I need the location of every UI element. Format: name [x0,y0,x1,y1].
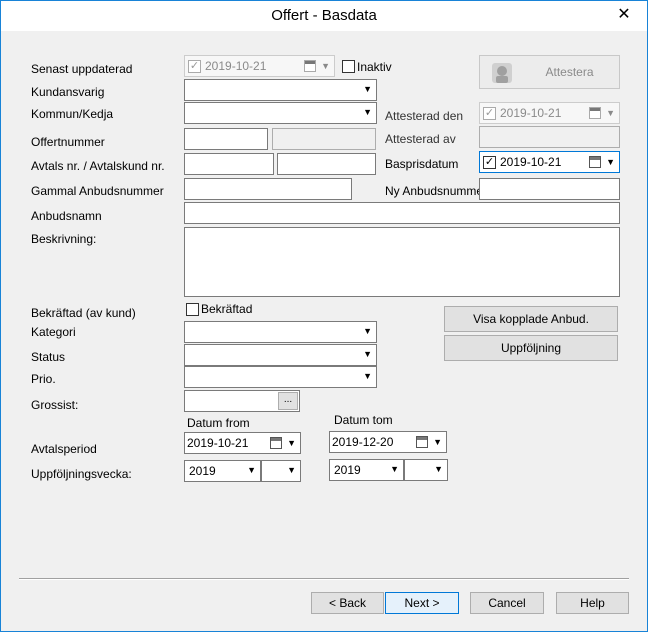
next-button[interactable]: Next > [385,592,459,614]
baspris-datum-label: Baspris­datum [385,157,459,171]
avtalsperiod-tom-value: 2019-12-20 [332,435,394,449]
status-select[interactable]: ▼ [184,344,377,366]
baspris-datum-datepicker[interactable]: ✓ 2019-10-21 ▼ [479,151,620,173]
kommun-kedja-label: Kommun/Kedja [31,107,114,121]
chevron-down-icon: ▼ [247,465,256,475]
inaktiv-checkbox[interactable] [342,60,355,73]
gammal-anbudsnummer-label: Gammal Anbudsnummer [31,184,164,198]
title-bar: Offert - Basdata ✕ [1,1,647,31]
kategori-label: Kategori [31,325,76,339]
datum-from-label: Datum from [187,416,250,430]
chevron-down-icon: ▼ [434,464,443,474]
kommun-kedja-select[interactable]: ▼ [184,102,377,124]
grossist-label: Grossist: [31,398,79,412]
calendar-icon[interactable] [589,156,601,168]
uppf-year-tom-select[interactable]: 2019 ▼ [329,459,404,481]
attesterad-den-checkbox: ✓ [483,107,496,120]
chevron-down-icon: ▼ [287,465,296,475]
chevron-down-icon[interactable]: ▼ [606,157,615,167]
prio-select[interactable]: ▼ [184,366,377,388]
chevron-down-icon: ▼ [363,326,372,336]
prio-label: Prio. [31,372,56,386]
offertnummer-readonly-field [272,128,376,150]
kundansvarig-label: Kundansvarig [31,85,105,99]
inaktiv-label: Inaktiv [357,60,392,74]
kategori-select[interactable]: ▼ [184,321,377,343]
uppf-year-tom-value: 2019 [334,463,361,477]
attesterad-av-field [479,126,620,148]
ny-anbudsnummer-label: Ny Anbudsnummer [385,184,488,198]
uppfoljningsvecka-label: Uppföljningsvecka: [31,467,132,481]
avtals-nr-input[interactable] [184,153,274,175]
beskrivning-label: Beskrivning: [31,232,97,246]
avtalsperiod-label: Avtalsperiod [31,442,97,456]
calendar-icon [304,60,316,72]
bekraftad-av-kund-label: Bekräftad (av kund) [31,306,136,320]
attesterad-den-datepicker: ✓ 2019-10-21 ▼ [479,102,620,124]
senast-uppdaterad-label: Senast uppdaterad [31,62,133,76]
uppf-year-from-select[interactable]: 2019 ▼ [184,460,261,482]
footer-separator [19,578,629,580]
offertnummer-input[interactable] [184,128,268,150]
gammal-anbudsnummer-input[interactable] [184,178,352,200]
back-button[interactable]: < Back [311,592,384,614]
kundansvarig-select[interactable]: ▼ [184,79,377,101]
avtalskund-nr-input[interactable] [277,153,376,175]
avtals-nr-label: Avtals nr. / Avtalskund nr. [31,159,165,173]
help-button[interactable]: Help [556,592,629,614]
status-label: Status [31,350,66,364]
grossist-browse-button[interactable]: ... [278,392,298,410]
senast-uppdaterad-value: 2019-10-21 [205,59,267,73]
ny-anbudsnummer-input[interactable] [479,178,620,200]
uppf-week-tom-select[interactable]: ▼ [404,459,448,481]
calendar-icon[interactable] [270,437,282,449]
anbudsnamn-label: Anbudsnamn [31,209,102,223]
chevron-down-icon: ▼ [363,107,372,117]
chevron-down-icon: ▼ [606,108,615,118]
chevron-down-icon: ▼ [321,61,330,71]
attesterad-den-label: Attesterad den [385,109,464,123]
uppf-year-from-value: 2019 [189,464,216,478]
offert-basdata-dialog: Offert - Basdata ✕ Senast uppdaterad ✓ 2… [0,0,648,632]
close-icon[interactable]: ✕ [611,4,637,26]
anbudsnamn-input[interactable] [184,202,620,224]
chevron-down-icon[interactable]: ▼ [433,437,442,447]
chevron-down-icon: ▼ [390,464,399,474]
attestera-button: Attestera [479,55,620,89]
datum-tom-label: Datum tom [334,413,393,427]
grossist-input[interactable]: ... [184,390,300,412]
uppfoljning-button[interactable]: Uppföljning [444,335,618,361]
beskrivning-textarea[interactable] [184,227,620,297]
attesterad-den-value: 2019-10-21 [500,106,562,120]
baspris-datum-checkbox[interactable]: ✓ [483,156,496,169]
avtalsperiod-from-value: 2019-10-21 [187,436,249,450]
chevron-down-icon: ▼ [363,349,372,359]
uppf-week-from-select[interactable]: ▼ [261,460,301,482]
bekraftad-checkbox[interactable] [186,303,199,316]
window-title: Offert - Basdata [271,7,377,24]
chevron-down-icon[interactable]: ▼ [287,438,296,448]
attesterad-av-label: Attesterad av [385,132,456,146]
calendar-icon[interactable] [416,436,428,448]
chevron-down-icon: ▼ [363,84,372,94]
visa-kopplade-anbud-button[interactable]: Visa kopplade Anbud. [444,306,618,332]
chevron-down-icon: ▼ [363,371,372,381]
offertnummer-label: Offertnummer [31,135,105,149]
cancel-button[interactable]: Cancel [470,592,544,614]
attestera-label: Attestera [545,65,594,79]
baspris-datum-value: 2019-10-21 [500,155,562,169]
bekraftad-label: Bekräftad [201,302,253,316]
avtalsperiod-from-datepicker[interactable]: 2019-10-21 ▼ [184,432,301,454]
person-icon [492,63,512,83]
calendar-icon [589,107,601,119]
senast-uppdaterad-checkbox: ✓ [188,60,201,73]
avtalsperiod-tom-datepicker[interactable]: 2019-12-20 ▼ [329,431,447,453]
senast-uppdaterad-datepicker: ✓ 2019-10-21 ▼ [184,55,335,77]
